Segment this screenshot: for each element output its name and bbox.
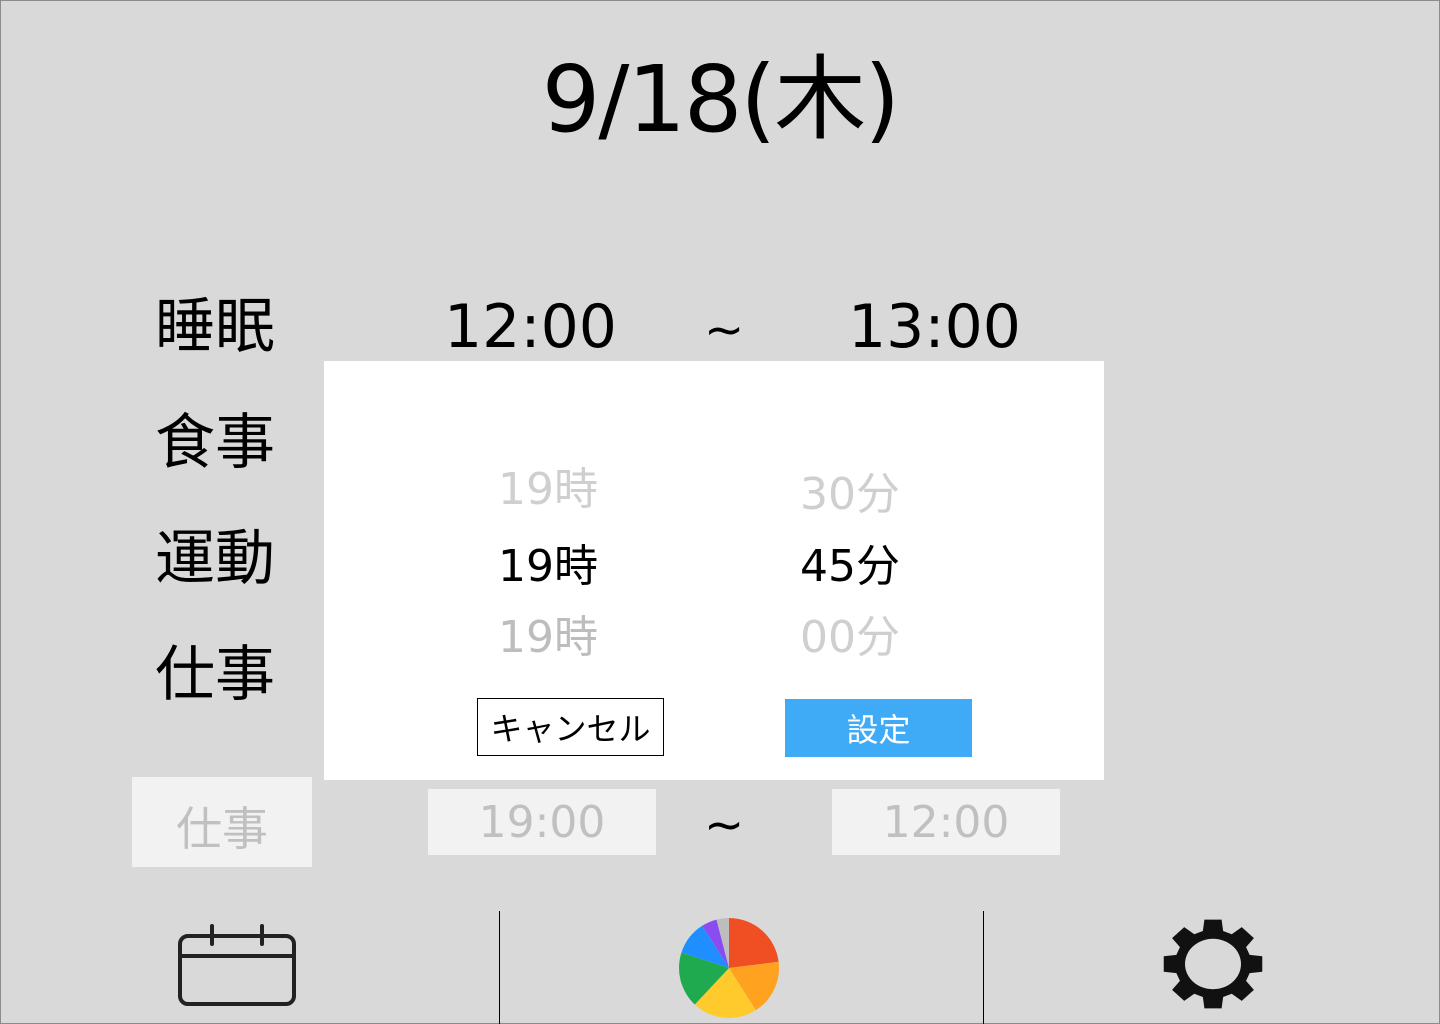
time-separator: ~ <box>704 302 745 358</box>
category-label-meal[interactable]: 食事 <box>155 408 275 478</box>
page-title-date: 9/18(木) <box>541 46 900 153</box>
time-separator-new: ~ <box>704 797 745 853</box>
new-end-time-input[interactable]: 12:00 <box>832 789 1060 855</box>
pie-chart-icon[interactable] <box>677 916 781 1020</box>
category-label-work[interactable]: 仕事 <box>155 640 275 710</box>
time-picker-modal: 19時 19時 19時 30分 45分 00分 キャンセル 設定 <box>324 361 1104 780</box>
start-time-sleep[interactable]: 12:00 <box>444 292 617 362</box>
minute-option-selected[interactable]: 45分 <box>800 540 900 594</box>
hour-option-below[interactable]: 19時 <box>498 611 598 665</box>
new-category-input[interactable]: 仕事 <box>132 777 312 867</box>
calendar-icon[interactable] <box>176 922 300 1008</box>
confirm-button[interactable]: 設定 <box>785 699 972 757</box>
gear-icon[interactable] <box>1156 914 1270 1014</box>
pie-slice <box>729 918 779 968</box>
new-start-time-input[interactable]: 19:00 <box>428 789 656 855</box>
minute-option-above[interactable]: 30分 <box>800 468 900 522</box>
category-label-exercise[interactable]: 運動 <box>155 524 275 594</box>
hour-option-selected[interactable]: 19時 <box>498 540 598 594</box>
hour-option-above[interactable]: 19時 <box>498 463 598 517</box>
end-time-sleep[interactable]: 13:00 <box>848 292 1021 362</box>
nav-divider <box>983 911 984 1024</box>
nav-divider <box>499 911 500 1024</box>
minute-option-below[interactable]: 00分 <box>800 611 900 665</box>
category-label-sleep[interactable]: 睡眠 <box>155 292 275 362</box>
cancel-button[interactable]: キャンセル <box>477 698 664 756</box>
